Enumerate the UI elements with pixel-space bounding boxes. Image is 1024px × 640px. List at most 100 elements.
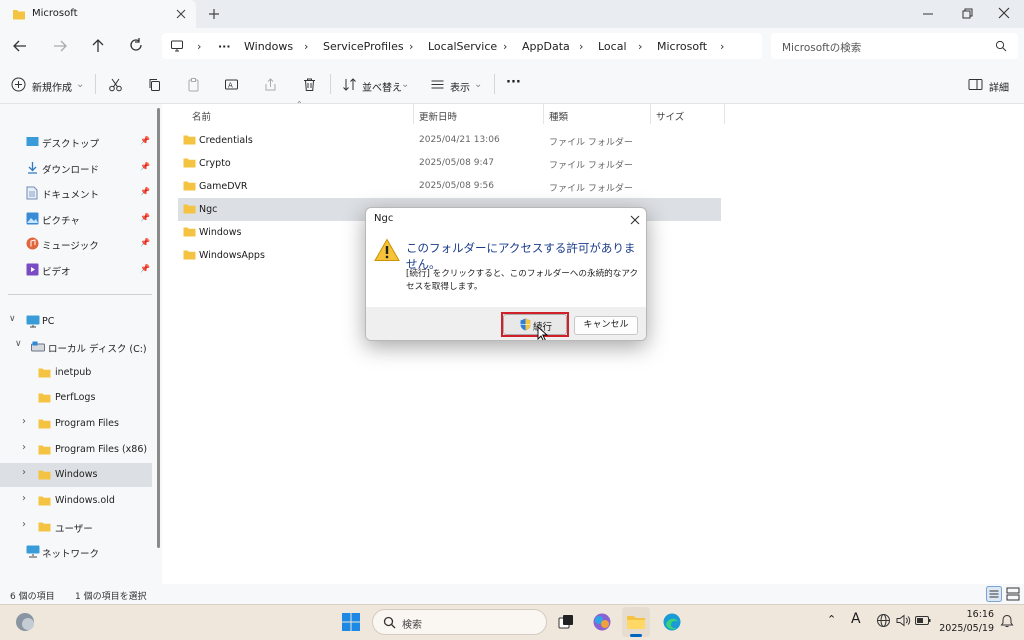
sidebar-item-documents[interactable]: ドキュメント 📌 [0, 181, 152, 205]
close-tab-icon[interactable] [174, 7, 188, 21]
refresh-icon[interactable] [126, 36, 146, 56]
sidebar-item-perflogs[interactable]: PerfLogs [0, 386, 152, 410]
sort-button[interactable]: 並べ替え [362, 79, 402, 94]
chevron-right-icon[interactable]: › [22, 493, 26, 504]
sidebar-item-pc[interactable]: ∨ PC [0, 310, 152, 334]
sidebar-item-pictures[interactable]: ピクチャ 📌 [0, 207, 152, 231]
volume-icon[interactable] [896, 614, 911, 627]
rename-icon[interactable]: A [224, 77, 239, 92]
pin-icon: 📌 [140, 213, 150, 222]
up-icon[interactable] [88, 36, 108, 56]
chevron-down-icon[interactable]: ⌄ [401, 79, 409, 90]
breadcrumb-separator[interactable]: › [638, 40, 642, 53]
copilot-icon[interactable] [592, 612, 612, 632]
restore-icon[interactable] [960, 7, 974, 21]
cancel-button[interactable]: キャンセル [574, 316, 638, 335]
paste-icon[interactable] [186, 77, 201, 92]
breadcrumb-separator[interactable]: › [720, 40, 724, 53]
sidebar-item-program-files[interactable]: › Program Files [0, 412, 152, 436]
chevron-right-icon[interactable]: › [22, 467, 26, 478]
continue-button[interactable]: 続行 [503, 314, 567, 335]
view-button[interactable]: 表示 [450, 79, 470, 94]
tiles-view-icon[interactable] [1006, 587, 1020, 601]
chevron-down-icon[interactable]: ⌄ [474, 79, 482, 90]
video-icon [26, 263, 39, 276]
file-type: ファイル フォルダー [549, 161, 633, 171]
chevron-down-icon[interactable]: ⌄ [76, 79, 84, 90]
folder-icon [183, 158, 196, 168]
sort-icon [343, 78, 356, 91]
taskbar-search[interactable]: 検索 [372, 609, 547, 635]
breadcrumb-microsoft[interactable]: Microsoft [657, 40, 707, 53]
new-tab-icon[interactable] [206, 6, 222, 22]
start-windows-icon[interactable] [341, 612, 361, 632]
dialog-close-icon[interactable] [629, 214, 641, 226]
download-icon [28, 162, 37, 174]
more-options-button[interactable]: ··· [506, 75, 521, 90]
sidebar-item-windows[interactable]: › Windows [0, 463, 152, 487]
new-button[interactable]: 新規作成 [32, 79, 72, 94]
pin-icon: 📌 [140, 136, 150, 145]
sidebar-item-local-disk[interactable]: ∨ ローカル ディスク (C:) [0, 335, 152, 359]
tray-chevron-up-icon[interactable]: ⌃ [827, 613, 836, 626]
pc-icon [26, 315, 40, 328]
file-date: 2025/04/21 13:06 [419, 135, 500, 145]
sidebar-item-videos[interactable]: ビデオ 📌 [0, 258, 152, 282]
chevron-right-icon[interactable]: › [22, 442, 26, 453]
file-row-gamedvr[interactable]: GameDVR 2025/05/08 9:56 ファイル フォルダー [178, 175, 721, 198]
column-name[interactable]: 名前 [192, 109, 211, 123]
weather-icon[interactable] [14, 611, 36, 633]
sidebar-item-desktop[interactable]: デスクトップ 📌 [0, 130, 152, 154]
clock-date[interactable]: 2025/05/19 [932, 623, 994, 634]
sidebar-item-network[interactable]: ネットワーク [0, 540, 152, 564]
chevron-right-icon[interactable]: › [22, 416, 26, 427]
selected-count: 1 個の項目を選択 [75, 592, 147, 602]
sidebar-item-inetpub[interactable]: inetpub [0, 361, 152, 385]
chevron-down-icon[interactable]: ∨ [15, 339, 22, 349]
window-close-icon[interactable] [997, 6, 1011, 20]
file-row-credentials[interactable]: Credentials 2025/04/21 13:06 ファイル フォルダー [178, 129, 721, 152]
sidebar-scrollbar[interactable] [157, 108, 160, 548]
breadcrumb-separator[interactable]: › [579, 40, 583, 53]
column-size[interactable]: サイズ [656, 109, 684, 123]
tab-microsoft[interactable] [0, 0, 196, 28]
breadcrumb-appdata[interactable]: AppData [522, 40, 570, 53]
breadcrumb-local[interactable]: Local [598, 40, 627, 53]
breadcrumb-separator[interactable]: › [503, 40, 507, 53]
details-view-icon[interactable] [986, 586, 1002, 602]
sidebar-item-downloads[interactable]: ダウンロード 📌 [0, 156, 152, 180]
notification-bell-icon[interactable] [1000, 614, 1014, 628]
copy-icon[interactable] [147, 77, 162, 92]
sidebar-item-program-files-x86[interactable]: › Program Files (x86) [0, 438, 152, 462]
sidebar-item-music[interactable]: ミュージック 📌 [0, 232, 152, 256]
cut-icon[interactable] [108, 77, 123, 92]
file-explorer-icon [627, 616, 645, 629]
globe-icon[interactable] [876, 613, 891, 628]
breadcrumb-more[interactable]: ··· [218, 40, 231, 53]
file-row-crypto[interactable]: Crypto 2025/05/08 9:47 ファイル フォルダー [178, 152, 721, 175]
column-type[interactable]: 種類 [549, 109, 568, 123]
breadcrumb-localservice[interactable]: LocalService [428, 40, 497, 53]
details-button[interactable]: 詳細 [989, 79, 1009, 94]
sidebar-item-windows-old[interactable]: › Windows.old [0, 489, 152, 513]
sidebar-item-users[interactable]: › ユーザー [0, 515, 152, 539]
chevron-right-icon[interactable]: › [22, 519, 26, 530]
share-icon[interactable] [263, 77, 278, 92]
edge-icon[interactable] [662, 612, 682, 632]
breadcrumb-separator[interactable]: › [304, 40, 308, 53]
battery-icon[interactable] [915, 615, 931, 626]
breadcrumb-serviceprofiles[interactable]: ServiceProfiles [323, 40, 404, 53]
folder-icon [183, 250, 196, 260]
chevron-down-icon[interactable]: ∨ [9, 314, 16, 324]
ime-indicator[interactable]: A [851, 611, 861, 627]
back-icon[interactable] [10, 36, 30, 56]
breadcrumb-separator[interactable]: › [409, 40, 413, 53]
task-view-icon[interactable] [556, 612, 576, 632]
breadcrumb-windows[interactable]: Windows [244, 40, 293, 53]
mouse-cursor-icon [537, 326, 549, 340]
minimize-icon[interactable] [921, 7, 935, 21]
forward-icon[interactable] [50, 36, 70, 56]
delete-icon[interactable] [302, 77, 317, 92]
clock-time[interactable]: 16:16 [964, 609, 994, 620]
column-date[interactable]: 更新日時 [419, 109, 457, 123]
